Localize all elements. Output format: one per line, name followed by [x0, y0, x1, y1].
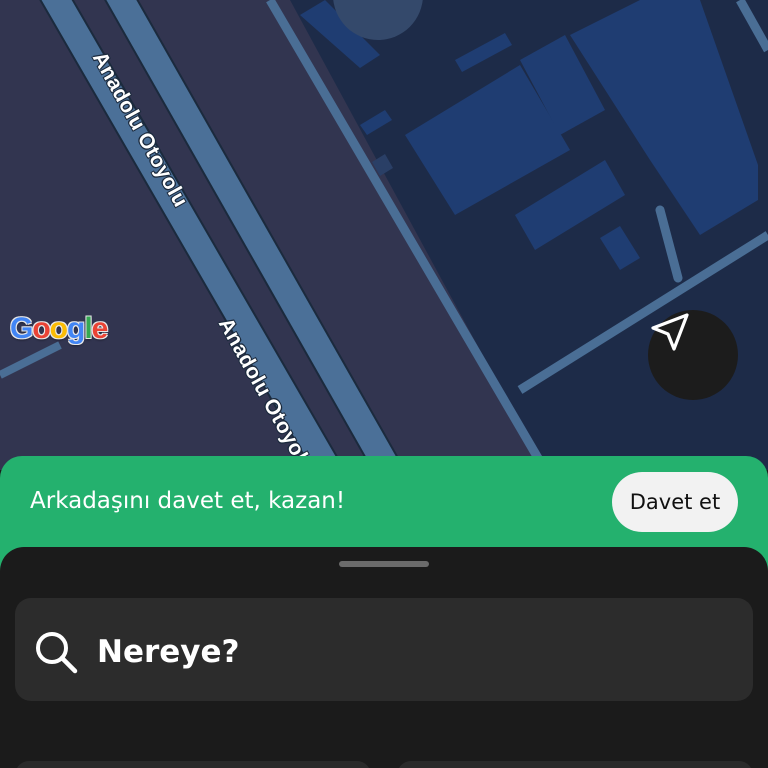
road	[0, 341, 62, 379]
map-view[interactable]: Anadolu Otoyolu Anadolu Otoyolu Google	[0, 0, 768, 470]
invite-button[interactable]: Davet et	[612, 472, 738, 532]
navigation-arrow-icon	[651, 313, 689, 351]
drag-handle[interactable]	[339, 561, 429, 567]
invite-text: Arkadaşını davet et, kazan!	[30, 488, 346, 514]
bottom-sheet: Nereye?	[0, 547, 768, 768]
shortcut-card[interactable]	[15, 761, 371, 768]
google-logo: Google	[10, 312, 108, 345]
search-input[interactable]: Nereye?	[15, 598, 753, 701]
search-placeholder: Nereye?	[97, 634, 240, 670]
locate-me-button[interactable]	[648, 310, 738, 400]
highway	[41, 0, 344, 470]
shortcut-card[interactable]	[397, 761, 753, 768]
search-icon	[36, 632, 78, 674]
